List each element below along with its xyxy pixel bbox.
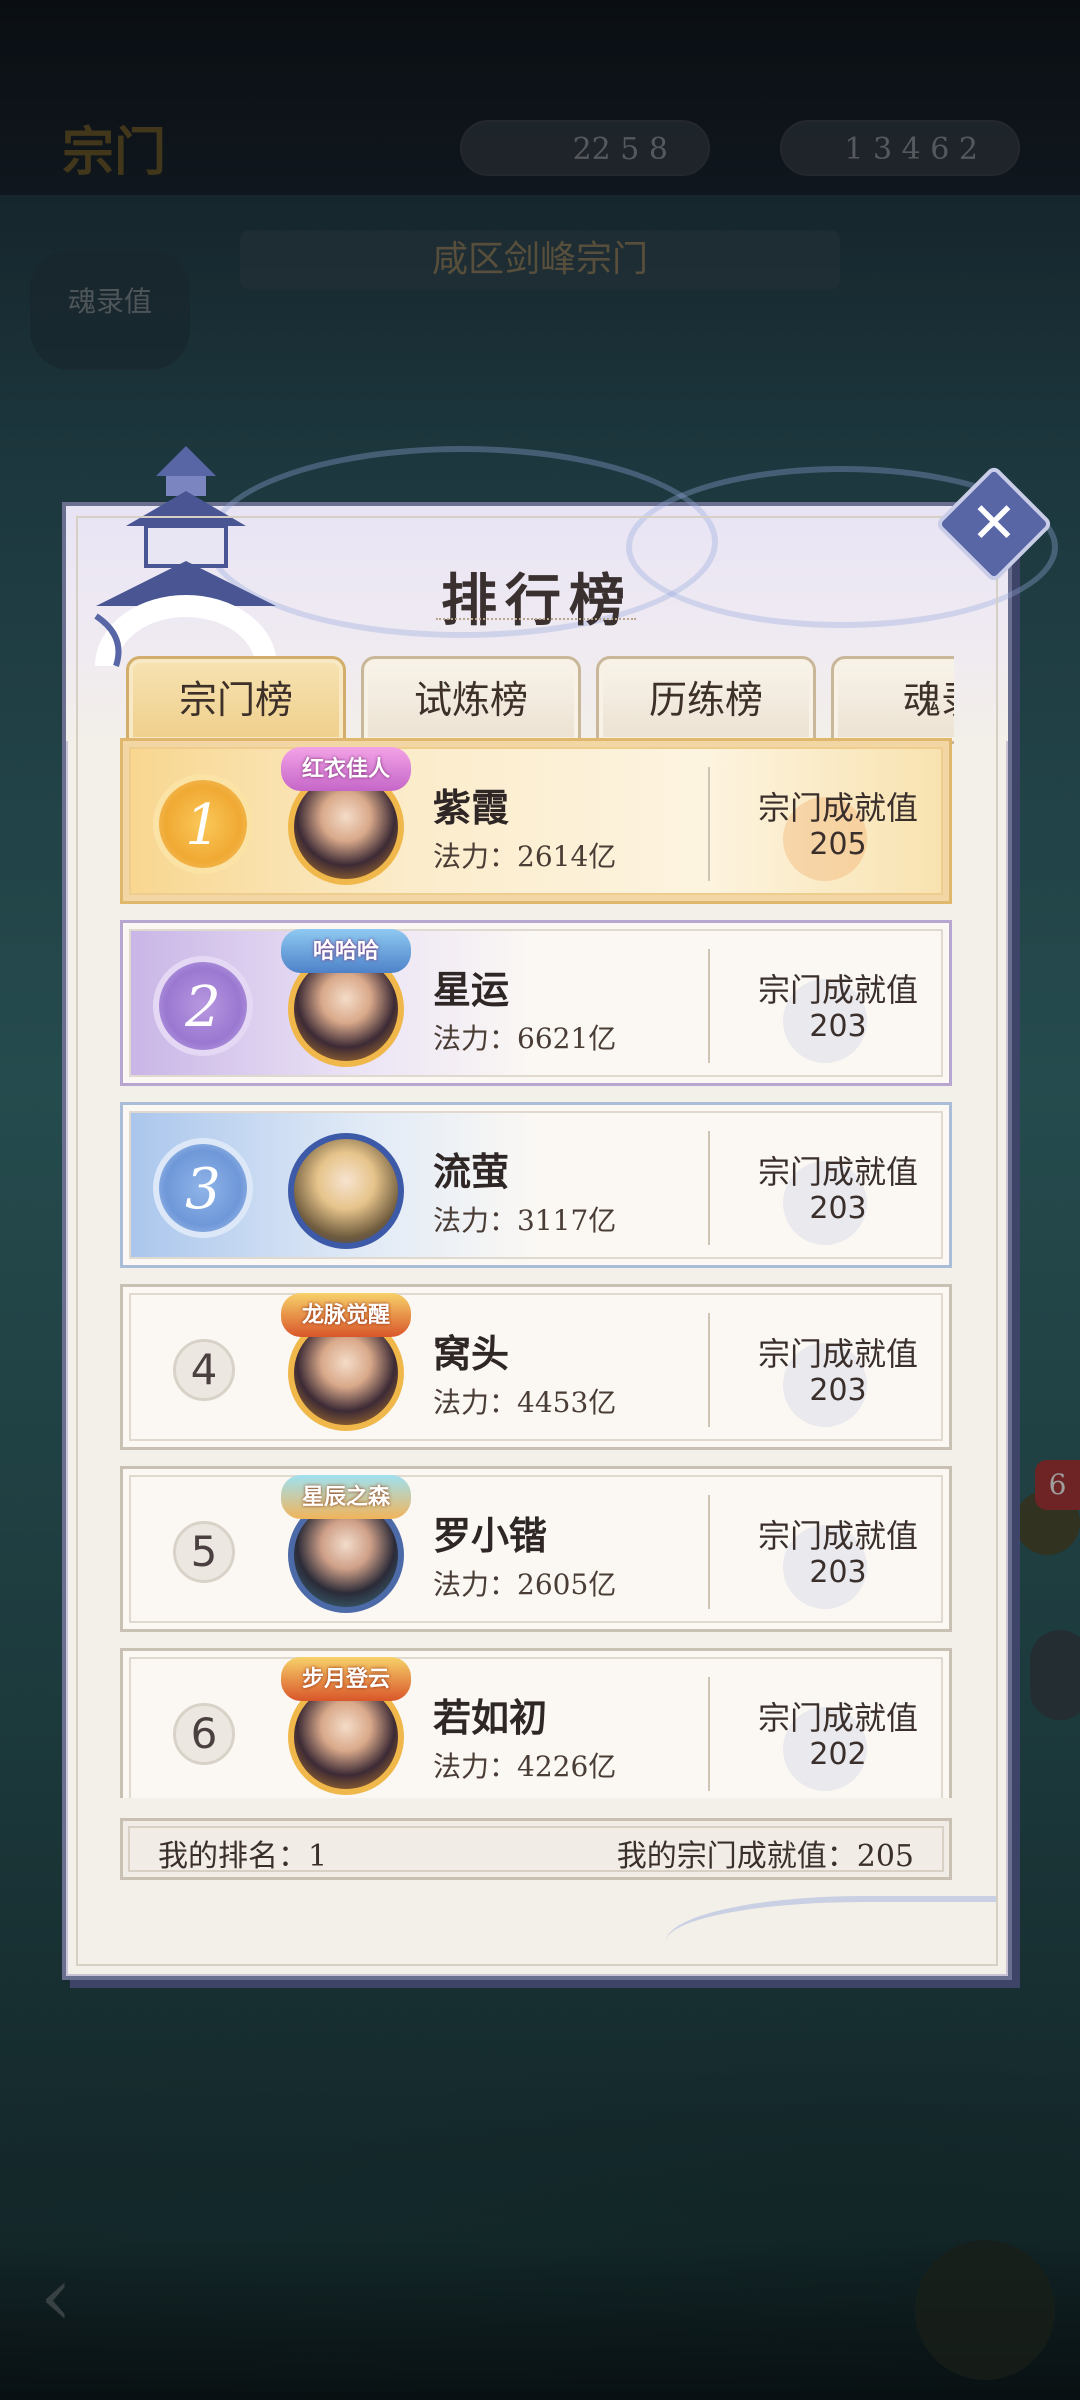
my-achievement-label: 我的宗门成就值：205 — [616, 1839, 914, 1874]
player-name: 星运 — [433, 967, 510, 1012]
divider — [708, 1495, 710, 1609]
ranking-row[interactable]: 6 步月登云 若如初 法力：4226亿 宗门成就值 202 — [120, 1648, 952, 1798]
my-rank-label: 我的排名：1 — [158, 1839, 328, 1874]
avatar-title-tag: 哈哈哈 — [281, 929, 411, 973]
rank-number: 5 — [173, 1521, 235, 1583]
player-power: 法力：3117亿 — [433, 1204, 617, 1237]
tab-trial-ranking[interactable]: 试炼榜 — [361, 656, 581, 744]
divider — [708, 1677, 710, 1791]
close-icon[interactable]: ✕ — [952, 482, 1036, 566]
ranking-row[interactable]: 2 哈哈哈 星运 法力：6621亿 宗门成就值 203 — [120, 920, 952, 1086]
divider — [708, 1131, 710, 1245]
stat-label: 宗门成就值 — [757, 1153, 918, 1191]
player-name: 窝头 — [433, 1331, 510, 1376]
player-power: 法力：2605亿 — [433, 1568, 617, 1601]
ranking-list[interactable]: 1 红衣佳人 紫霞 法力：2614亿 宗门成就值 205 2 哈哈哈 星运 法力… — [120, 738, 954, 1798]
stat-value: 203 — [809, 1009, 867, 1044]
stat-value: 205 — [809, 827, 867, 862]
divider — [708, 949, 710, 1063]
stat-label: 宗门成就值 — [757, 1335, 918, 1373]
tab-sect-ranking[interactable]: 宗门榜 — [126, 656, 346, 744]
player-power: 法力：2614亿 — [433, 840, 617, 873]
stat-value: 202 — [809, 1737, 867, 1772]
avatar-title-tag: 星辰之森 — [281, 1475, 411, 1519]
avatar-title-tag: 红衣佳人 — [281, 747, 411, 791]
ranking-row[interactable]: 5 星辰之森 罗小锴 法力：2605亿 宗门成就值 203 — [120, 1466, 952, 1632]
ranking-panel: 排行榜 宗门榜 试炼榜 历练榜 魂录 1 红衣佳人 紫霞 法力：2614亿 宗门… — [62, 446, 1058, 1980]
avatar[interactable] — [288, 1133, 404, 1249]
wave-decoration — [666, 1896, 996, 1972]
player-power: 法力：6621亿 — [433, 1022, 617, 1055]
stat-value: 203 — [809, 1191, 867, 1226]
divider — [708, 1313, 710, 1427]
rank-number: 4 — [173, 1339, 235, 1401]
avatar-title-tag: 龙脉觉醒 — [281, 1293, 411, 1337]
avatar-title-tag: 步月登云 — [281, 1657, 411, 1701]
bronze-medal-icon: 3 — [153, 1138, 253, 1238]
ranking-row[interactable]: 1 红衣佳人 紫霞 法力：2614亿 宗门成就值 205 — [120, 738, 952, 904]
player-name: 若如初 — [433, 1695, 548, 1740]
rank-number: 6 — [173, 1703, 235, 1765]
silver-medal-icon: 2 — [153, 956, 253, 1056]
gold-medal-icon: 1 — [153, 774, 253, 874]
player-name: 紫霞 — [433, 785, 510, 830]
title-decoration — [436, 618, 636, 626]
stat-label: 宗门成就值 — [757, 1699, 918, 1737]
tab-bar: 宗门榜 试炼榜 历练榜 魂录 — [126, 656, 954, 746]
tab-soul-ranking[interactable]: 魂录 — [831, 656, 954, 744]
player-name: 罗小锴 — [433, 1513, 548, 1558]
stat-label: 宗门成就值 — [757, 789, 918, 827]
stat-value: 203 — [809, 1555, 867, 1590]
tab-training-ranking[interactable]: 历练榜 — [596, 656, 816, 744]
player-power: 法力：4226亿 — [433, 1750, 617, 1783]
ranking-row[interactable]: 3 流萤 法力：3117亿 宗门成就值 203 — [120, 1102, 952, 1268]
stat-label: 宗门成就值 — [757, 971, 918, 1009]
ranking-row[interactable]: 4 龙脉觉醒 窝头 法力：4453亿 宗门成就值 203 — [120, 1284, 952, 1450]
stat-label: 宗门成就值 — [757, 1517, 918, 1555]
player-power: 法力：4453亿 — [433, 1386, 617, 1419]
my-ranking-footer: 我的排名：1 我的宗门成就值：205 — [120, 1818, 952, 1880]
divider — [708, 767, 710, 881]
player-name: 流萤 — [433, 1149, 510, 1194]
stat-value: 203 — [809, 1373, 867, 1408]
